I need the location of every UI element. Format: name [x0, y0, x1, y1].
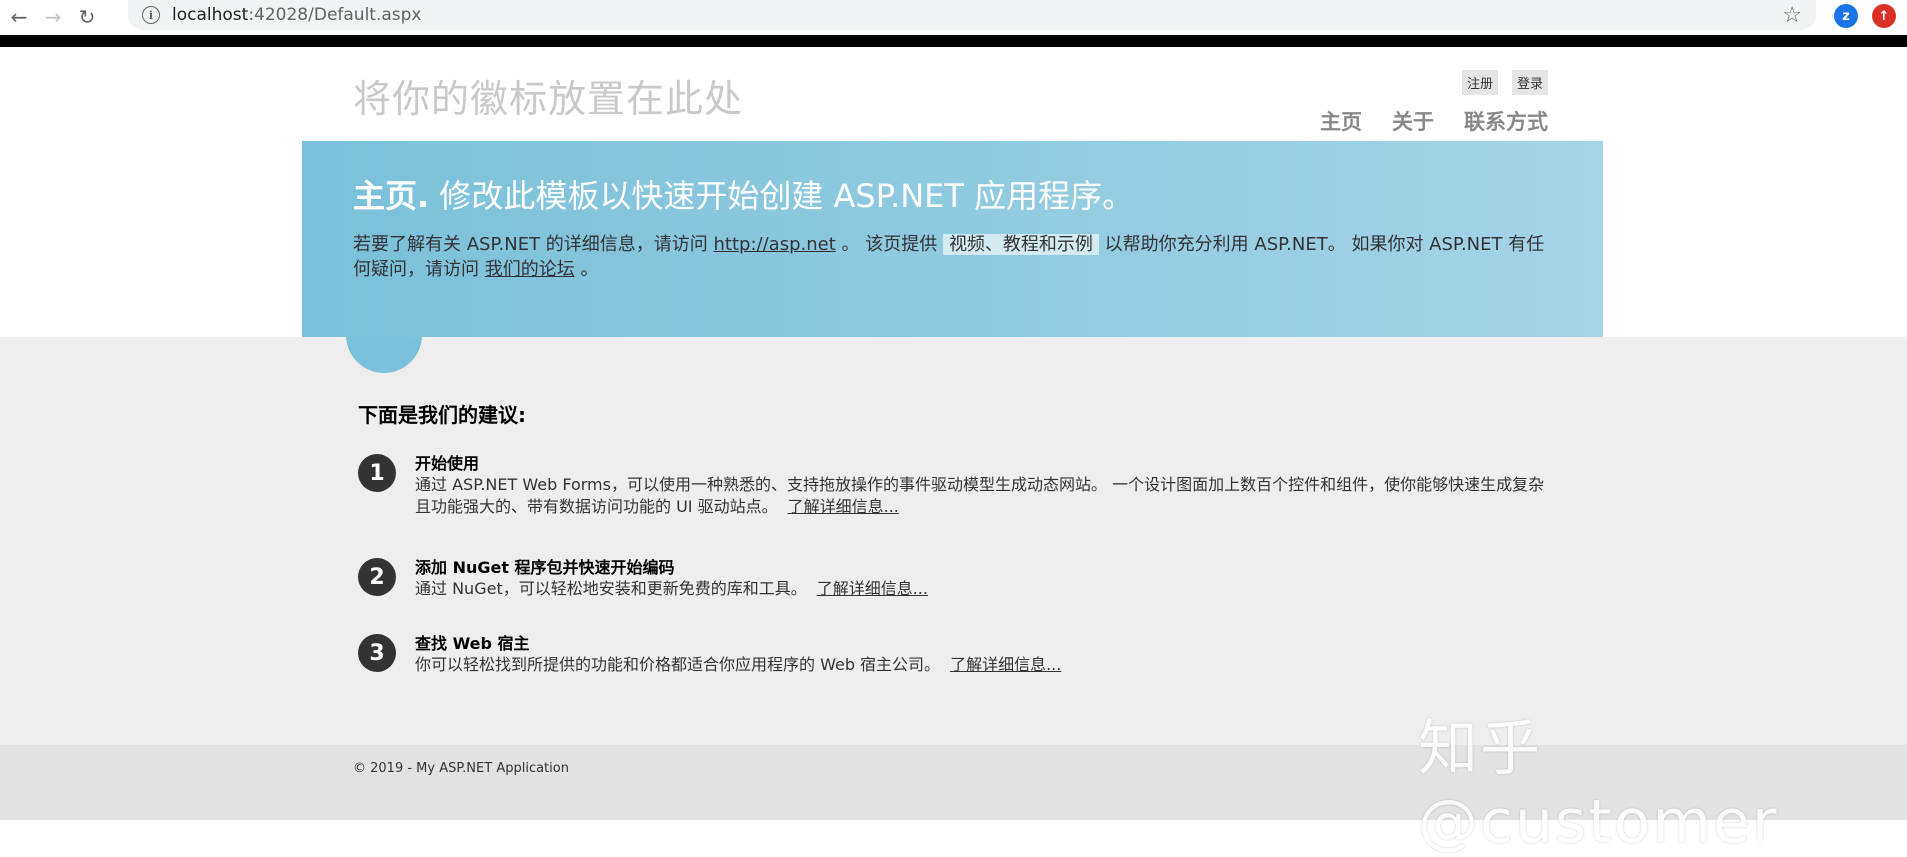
list-item: 3 查找 Web 宿主 你可以轻松找到所提供的功能和价格都适合你应用程序的 We…: [358, 634, 1548, 676]
list-item-description: 你可以轻松找到所提供的功能和价格都适合你应用程序的 Web 宿主公司。: [415, 655, 941, 674]
featured-heading-rest: 修改此模板以快速开始创建 ASP.NET 应用程序。: [429, 177, 1135, 215]
list-item-description: 通过 ASP.NET Web Forms，可以使用一种熟悉的、支持拖放操作的事件…: [415, 475, 1545, 516]
list-item-title: 添加 NuGet 程序包并快速开始编码: [415, 558, 675, 577]
info-icon[interactable]: i: [142, 6, 160, 24]
featured-text: 若要了解有关 ASP.NET 的详细信息，请访问 http://asp.net …: [353, 232, 1553, 282]
list-item-text: 你可以轻松找到所提供的功能和价格都适合你应用程序的 Web 宿主公司。 了解详细信…: [415, 654, 1548, 676]
number-badge: 2: [358, 558, 396, 596]
list-item-text: 通过 NuGet，可以轻松地安装和更新免费的库和工具。 了解详细信息...: [415, 578, 1548, 600]
forward-icon[interactable]: →: [38, 2, 68, 32]
address-bar[interactable]: i localhost:42028/Default.aspx ☆: [128, 0, 1816, 30]
featured-text-part: 。: [574, 259, 599, 280]
list-item: 2 添加 NuGet 程序包并快速开始编码 通过 NuGet，可以轻松地安装和更…: [358, 558, 1548, 600]
list-item: 1 开始使用 通过 ASP.NET Web Forms，可以使用一种熟悉的、支持…: [358, 454, 1548, 518]
bookmark-star-icon[interactable]: ☆: [1782, 3, 1802, 28]
asp-net-link[interactable]: http://asp.net: [714, 234, 836, 255]
list-item-description: 通过 NuGet，可以轻松地安装和更新免费的库和工具。: [415, 579, 807, 598]
menu-item-contact[interactable]: 联系方式: [1464, 106, 1548, 136]
videos-tutorials-highlight[interactable]: 视频、教程和示例: [942, 234, 1099, 255]
number-badge: 3: [358, 634, 396, 672]
copyright-text: © 2019 - My ASP.NET Application: [353, 761, 569, 776]
learn-more-link[interactable]: 了解详细信息...: [788, 497, 899, 516]
register-link[interactable]: 注册: [1461, 70, 1498, 95]
recommend-list: 1 开始使用 通过 ASP.NET Web Forms，可以使用一种熟悉的、支持…: [358, 454, 1548, 708]
url-path: :42028/Default.aspx: [248, 5, 422, 25]
featured-heading: 主页. 修改此模板以快速开始创建 ASP.NET 应用程序。: [353, 171, 1134, 217]
menu-item-home[interactable]: 主页: [1320, 106, 1362, 136]
site-title[interactable]: 将你的徽标放置在此处: [353, 68, 743, 123]
back-icon[interactable]: ←: [4, 2, 34, 32]
reload-icon[interactable]: ↻: [72, 2, 102, 32]
learn-more-link[interactable]: 了解详细信息...: [950, 655, 1061, 674]
featured-banner: 主页. 修改此模板以快速开始创建 ASP.NET 应用程序。 若要了解有关 AS…: [302, 141, 1603, 337]
login-area: 注册 登录: [1461, 70, 1548, 95]
number-badge: 1: [358, 454, 396, 492]
extension-z-icon[interactable]: z: [1834, 4, 1858, 28]
url-host: localhost: [172, 5, 249, 25]
featured-text-part: 若要了解有关 ASP.NET 的详细信息，请访问: [353, 234, 714, 255]
featured-heading-strong: 主页.: [353, 177, 430, 215]
featured-text-part: 。 该页提供: [835, 234, 943, 255]
forum-link[interactable]: 我们的论坛: [485, 259, 575, 280]
login-link[interactable]: 登录: [1511, 70, 1548, 95]
watermark-text: 知乎 @customer: [1418, 714, 1779, 857]
extension-z-label: z: [1842, 8, 1850, 24]
recommend-title: 下面是我们的建议:: [358, 403, 526, 427]
black-strip: [0, 35, 1907, 47]
extension-update-label: ↑: [1878, 8, 1890, 24]
main-content: 下面是我们的建议: 1 开始使用 通过 ASP.NET Web Forms，可以…: [0, 337, 1907, 745]
main-menu: 主页 关于 联系方式: [1320, 106, 1548, 136]
extension-update-icon[interactable]: ↑: [1872, 4, 1896, 28]
menu-item-about[interactable]: 关于: [1392, 106, 1434, 136]
url-text[interactable]: localhost:42028/Default.aspx: [172, 5, 422, 25]
learn-more-link[interactable]: 了解详细信息...: [817, 579, 928, 598]
list-item-title: 开始使用: [415, 454, 480, 473]
list-item-title: 查找 Web 宿主: [415, 634, 530, 653]
list-item-text: 通过 ASP.NET Web Forms，可以使用一种熟悉的、支持拖放操作的事件…: [415, 474, 1548, 518]
